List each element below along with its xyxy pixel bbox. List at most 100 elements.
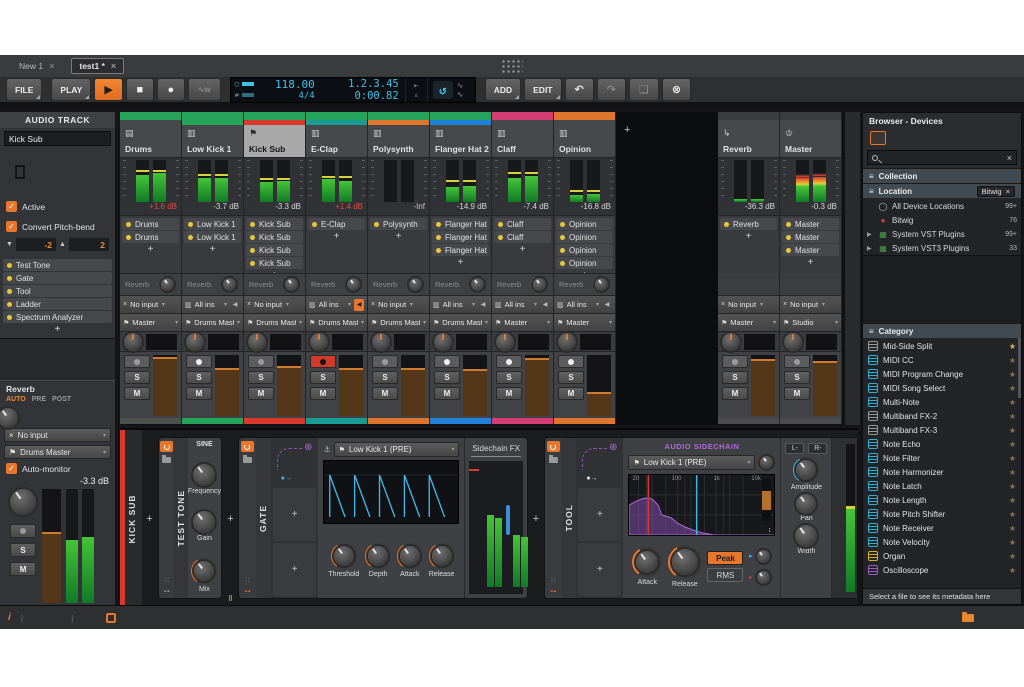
color-swatch[interactable] [69,180,79,194]
device-chip[interactable]: Flanger Hat 2 [432,218,489,230]
record-arm-button[interactable] [124,355,150,368]
device-enabled-dot[interactable] [126,222,131,227]
device-enabled-dot[interactable] [560,222,565,227]
color-swatch[interactable] [47,165,57,179]
info-icon[interactable]: i [8,612,11,623]
favorite-star-icon[interactable]: ★ [1009,426,1016,435]
tempo-display[interactable]: 118.00 4/4 [261,78,319,102]
sidechain-source-select[interactable]: ⚑ Low Kick 1 (PRE) ▾ [628,455,755,470]
output-select[interactable]: ⚑ Master ▾ [718,313,779,331]
device-chip[interactable]: Kick Sub [246,257,303,269]
volume-fader[interactable] [277,355,301,416]
browser-device-row[interactable]: Multiband FX-3 ★ [863,423,1021,437]
color-swatch[interactable] [4,180,14,194]
mute-button[interactable]: M [434,387,460,400]
output-select[interactable]: ⚑ Master ▾ [492,313,553,331]
mute-button[interactable]: M [124,387,150,400]
increment-icon[interactable]: ▲ [59,241,66,248]
browser-search-input[interactable]: × [867,150,1017,165]
color-swatch[interactable] [58,165,68,179]
device-chip[interactable]: Ladder [3,298,112,310]
project-tab[interactable]: New 1 × [12,58,61,74]
add-device-button[interactable]: + [184,243,241,256]
send-slot[interactable]: Reverb [430,273,491,295]
track-header[interactable]: ▥ Polysynth [368,120,429,157]
device-enabled-dot[interactable] [560,261,565,266]
color-swatch[interactable] [36,180,46,194]
track-header[interactable]: ↳ Reverb [718,120,779,157]
volume-fader[interactable] [215,355,239,416]
output-select[interactable]: ⚑ Drums Master ▾ [4,445,111,459]
track-header[interactable]: ⚑ Kick Sub [244,120,305,157]
track-header[interactable]: ▥ Opinion [554,120,615,157]
automation-value-box[interactable] [270,334,301,350]
color-swatch[interactable] [90,180,100,194]
parameter-knob[interactable] [365,543,391,569]
favorite-star-icon[interactable]: ★ [1009,496,1016,505]
device-enabled-dot[interactable] [374,222,379,227]
solo-button[interactable]: S [310,371,336,384]
automation-value-box[interactable] [146,334,177,350]
device-enabled-dot[interactable] [126,235,131,240]
device-chip[interactable]: E-Clap [308,218,365,230]
routing-icon[interactable]: ⊶ [244,588,250,595]
device-chip[interactable]: Flanger Hat 2 [432,244,489,256]
width-knob[interactable] [795,525,817,547]
send-knob[interactable] [593,276,610,293]
send-knob[interactable] [159,276,176,293]
color-swatch[interactable] [15,165,25,179]
waveform-select[interactable]: SINE [196,441,212,448]
favorite-star-icon[interactable]: ★ [1009,524,1016,533]
pan-knob[interactable] [372,333,390,351]
input-select[interactable]: ▥ All ins ▾ ◀ [492,295,553,313]
device-chip[interactable]: Kick Sub [246,244,303,256]
color-swatch[interactable] [58,180,68,194]
pan-knob[interactable] [186,333,204,351]
clear-search-icon[interactable]: × [1007,153,1012,163]
device-chip[interactable]: Gate [3,272,112,284]
color-swatch[interactable] [4,165,14,179]
automation-value-box[interactable] [744,334,775,350]
send-slot[interactable]: Reverb [244,273,305,295]
file-menu-button[interactable]: FILE [6,78,42,101]
browser-location-row[interactable]: ▶ ● Bitwig 76 [863,213,1021,227]
track-volume-knob[interactable] [10,489,36,515]
color-swatch[interactable] [36,150,46,164]
device-enabled-dot[interactable] [7,289,12,294]
solo-button[interactable]: S [124,371,150,384]
close-tab-icon[interactable]: × [49,61,54,71]
expand-arrow-icon[interactable]: ▶ [867,231,874,238]
device-enabled-dot[interactable] [7,302,12,307]
decrement-icon[interactable]: ▼ [6,241,13,248]
send-slot[interactable]: Reverb [492,273,553,295]
browser-content-tab-icon[interactable] [870,131,886,145]
device-chip[interactable]: Reverb [720,218,777,230]
color-swatch[interactable] [36,165,46,179]
track-header[interactable]: ♔ Master [780,120,841,157]
device-enabled-dot[interactable] [786,222,791,227]
monitor-speaker-icon[interactable]: ◀ [540,299,550,311]
favorite-star-icon[interactable]: ★ [1009,370,1016,379]
record-arm-button[interactable] [784,355,810,368]
parameter-knob[interactable] [429,543,455,569]
mod-knob[interactable] [755,569,772,586]
remote-controls-icon[interactable]: ∷ [245,576,249,584]
mute-button[interactable]: M [186,387,212,400]
favorite-star-icon[interactable]: ★ [1009,356,1016,365]
device-enabled-dot[interactable] [498,235,503,240]
browser-content-tab-icon[interactable] [913,131,929,145]
input-select[interactable]: ▥ All ins ▾ ◀ [430,295,491,313]
input-select[interactable]: × No input ▾ ◀ [780,295,841,313]
song-position[interactable]: 1.2.3.45 [319,78,399,90]
volume-fader[interactable] [813,355,837,416]
project-folder-icon[interactable] [962,614,974,622]
browser-content-tab-icon[interactable] [891,131,907,145]
color-swatch[interactable] [69,165,79,179]
add-device-button[interactable]: + [720,230,777,243]
pitch-max-value[interactable]: 2 [69,238,109,251]
device-chip[interactable]: Low Kick 1 [184,218,241,230]
send-knob[interactable] [221,276,238,293]
pan-knob[interactable] [434,333,452,351]
browser-content-tab-icon[interactable] [934,131,950,145]
category-section-header[interactable]: ≡ Category [863,323,1021,338]
